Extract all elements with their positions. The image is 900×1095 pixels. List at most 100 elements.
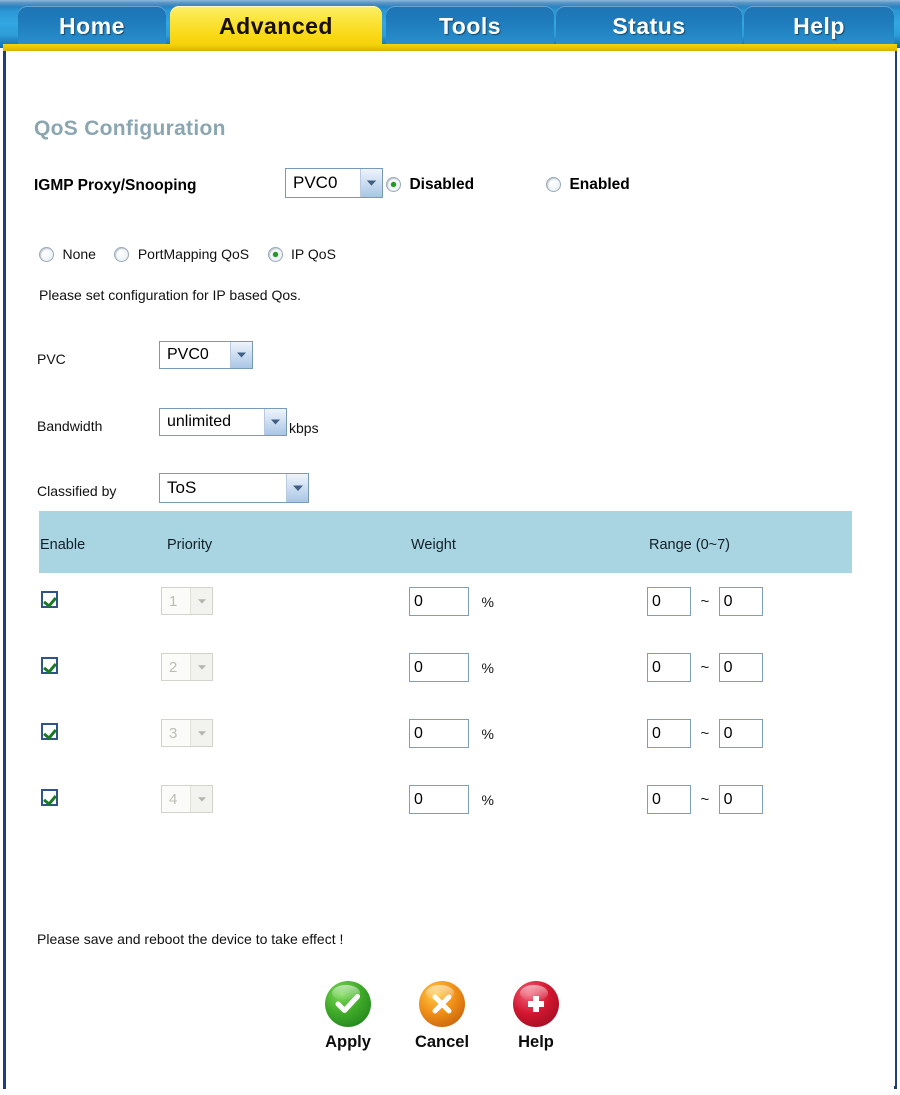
enable-checkbox[interactable] [41,657,58,675]
chevron-down-icon[interactable] [190,654,212,680]
row-weight-cell: % [409,587,494,616]
pvc-label: PVC [37,351,66,367]
priority-select-value: 3 [169,724,178,742]
row-priority-cell: 4 [161,785,213,813]
priority-select-value: 4 [169,790,178,808]
chevron-down-icon[interactable] [190,720,212,746]
igmp-proxy-label: IGMP Proxy/Snooping [34,177,197,194]
tab-underline-rule [3,44,897,51]
range-to-input[interactable] [718,653,763,682]
apply-button[interactable]: Apply [316,981,380,1052]
pvc-select[interactable]: PVC0 [159,341,253,369]
radio-dot-icon[interactable] [386,177,401,192]
table-row: 1 % ~ [39,573,852,639]
weight-input[interactable] [409,587,469,616]
column-header-enable: Enable [40,537,86,553]
qos-mode-none-label: None [62,246,96,262]
priority-select[interactable]: 2 [161,653,213,681]
classified-by-select[interactable]: ToS [159,473,309,503]
chevron-down-icon[interactable] [230,342,252,368]
priority-select[interactable]: 1 [161,587,213,615]
qos-mode-ipqos[interactable]: IP QoS [267,246,336,264]
priority-select-value: 1 [169,592,178,610]
tab-advanced[interactable]: Advanced [170,6,382,48]
row-priority-cell: 1 [161,587,213,615]
igmp-pvc-select-value: PVC0 [293,173,338,192]
row-enable-cell [41,591,58,609]
range-from-input[interactable] [647,785,691,814]
qos-mode-none[interactable]: None [39,246,96,264]
main-tab-bar: Home Advanced Tools Status Help [0,0,900,48]
range-to-input[interactable] [718,587,763,616]
priority-select[interactable]: 4 [161,785,213,813]
row-enable-cell [41,723,58,741]
chevron-down-icon[interactable] [190,588,212,614]
apply-button-label: Apply [325,1033,371,1051]
range-from-input[interactable] [647,653,691,682]
enable-checkbox[interactable] [41,591,58,609]
qos-mode-help-text: Please set configuration for IP based Qo… [39,287,302,303]
weight-input[interactable] [409,785,469,814]
help-button[interactable]: Help [504,981,568,1052]
row-weight-cell: % [409,653,494,682]
weight-input[interactable] [409,719,469,748]
row-range-cell: ~ [647,653,763,682]
enable-checkbox[interactable] [41,723,58,741]
range-separator-label: ~ [700,659,710,676]
range-separator-label: ~ [700,791,710,808]
page-title: QoS Configuration [34,117,226,140]
row-enable-cell [41,789,58,807]
qos-mode-portmapping[interactable]: PortMapping QoS [114,246,249,264]
qos-mode-portmapping-label: PortMapping QoS [137,246,250,262]
table-row: 2 % ~ [39,639,852,705]
igmp-pvc-select[interactable]: PVC0 [285,168,383,198]
row-priority-cell: 2 [161,653,213,681]
igmp-pvc-select-wrapper: PVC0 [285,168,383,198]
radio-empty-icon[interactable] [114,247,130,262]
qos-mode-ipqos-label: IP QoS [291,246,336,262]
chevron-down-icon[interactable] [360,169,382,197]
column-header-range: Range (0~7) [649,537,731,553]
range-to-input[interactable] [718,785,763,814]
percent-label: % [481,593,494,610]
igmp-radio-disabled-label: Disabled [409,176,475,193]
range-from-input[interactable] [647,719,691,748]
row-range-cell: ~ [647,719,763,748]
row-priority-cell: 3 [161,719,213,747]
qos-priority-table: Enable Priority Weight Range (0~7) 1 0 %… [39,511,852,837]
tab-help[interactable]: Help [744,6,894,48]
igmp-radio-enabled[interactable]: Enabled [546,176,630,194]
tab-home[interactable]: Home [18,6,166,48]
action-button-bar: Apply Cancel Help [316,981,568,1052]
radio-empty-icon[interactable] [39,247,54,262]
plus-circle-icon [513,981,559,1027]
classified-by-select-value: ToS [167,478,197,497]
range-from-input[interactable] [647,587,691,616]
tab-status[interactable]: Status [556,6,742,48]
bandwidth-unit-label: kbps [289,420,319,436]
bandwidth-select-wrapper: unlimited [159,408,287,436]
weight-input[interactable] [409,653,469,682]
igmp-radio-disabled[interactable]: Disabled [386,176,474,194]
classified-by-label: Classified by [37,483,117,499]
priority-select[interactable]: 3 [161,719,213,747]
percent-label: % [481,659,494,676]
radio-dot-icon[interactable] [267,247,283,262]
pvc-select-value: PVC0 [167,346,209,363]
save-reboot-note: Please save and reboot the device to tak… [37,931,344,947]
bandwidth-select[interactable]: unlimited [159,408,287,436]
table-row: 4 % ~ [39,771,852,837]
chevron-down-icon[interactable] [264,409,286,435]
percent-label: % [481,791,494,808]
chevron-down-icon[interactable] [190,786,212,812]
classified-by-select-wrapper: ToS [159,473,309,503]
radio-empty-icon[interactable] [546,177,561,192]
table-row: 3 % ~ [39,705,852,771]
cancel-button[interactable]: Cancel [410,981,474,1052]
enable-checkbox[interactable] [41,789,58,807]
chevron-down-icon[interactable] [286,474,308,502]
table-header-row: Enable Priority Weight Range (0~7) [39,511,852,573]
router-admin-page: Home Advanced Tools Status Help QoS Conf… [0,0,900,1095]
range-to-input[interactable] [718,719,763,748]
tab-tools[interactable]: Tools [386,6,554,48]
